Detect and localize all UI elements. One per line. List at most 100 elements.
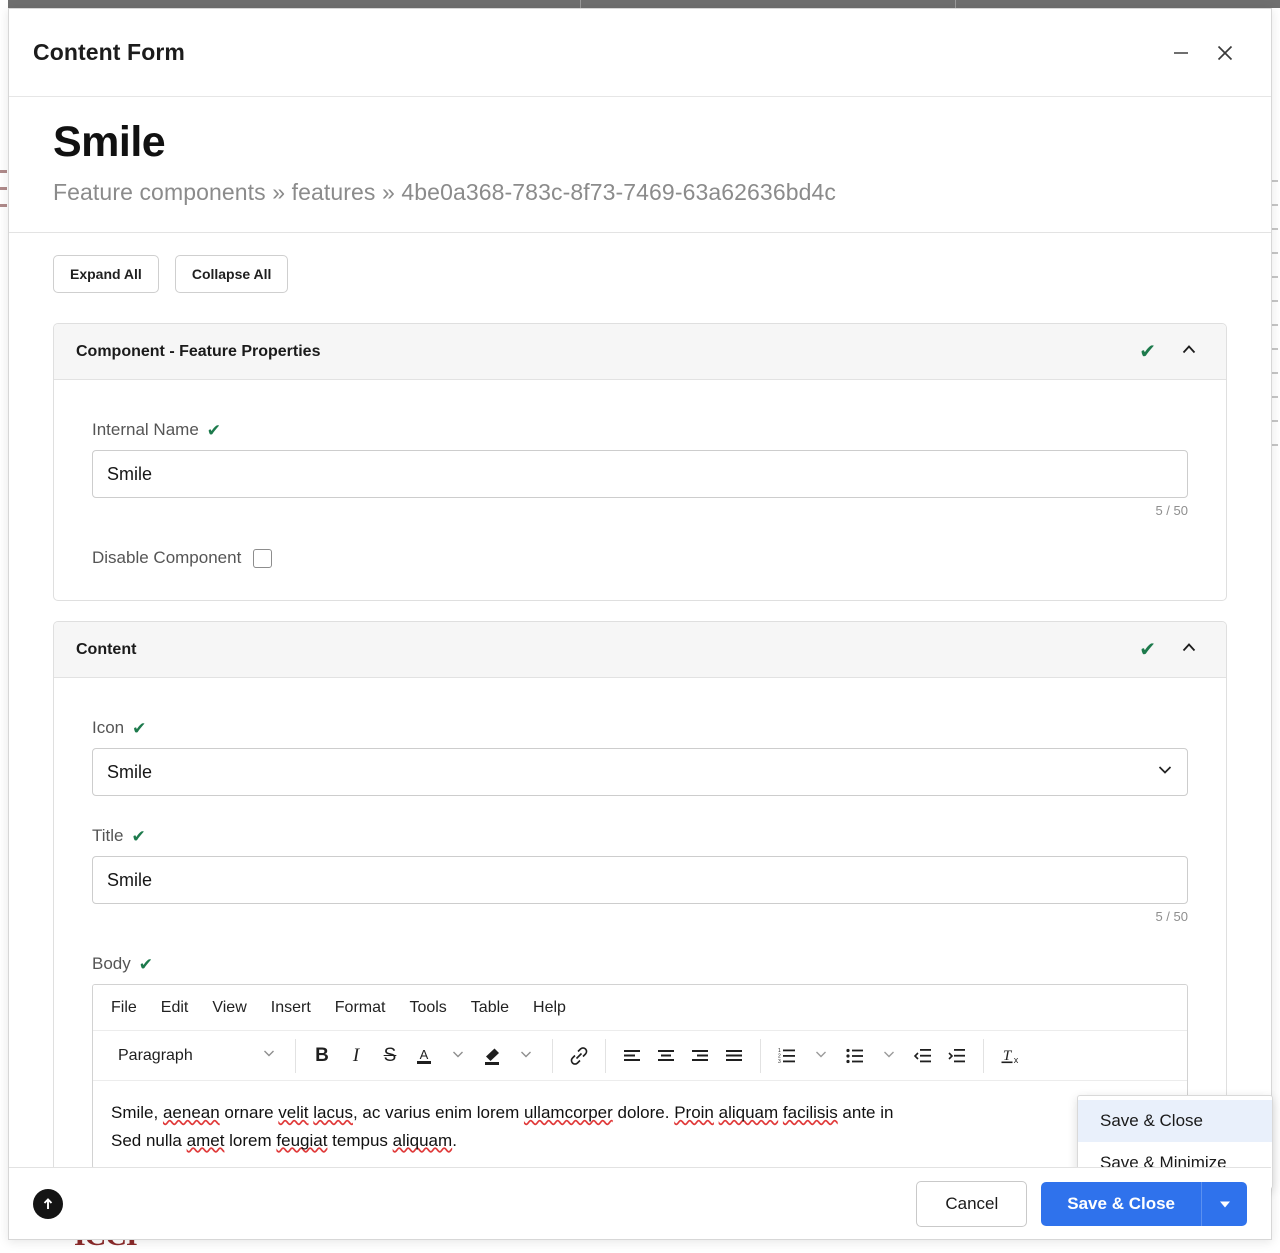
minimize-button[interactable] bbox=[1159, 31, 1203, 75]
numbered-list-icon: 1 2 3 bbox=[778, 1048, 795, 1065]
check-icon: ✔ bbox=[131, 826, 146, 846]
section-content: Content ✔ Icon ✔ Smile Title ✔ Smile 5 /… bbox=[53, 621, 1227, 1167]
toolbar-group-link bbox=[553, 1038, 606, 1073]
section-collapse-button[interactable] bbox=[1174, 635, 1204, 664]
section-title: Content bbox=[76, 640, 137, 658]
background-left-marks bbox=[0, 170, 8, 290]
background-divider-b bbox=[955, 0, 956, 8]
field-body: Body ✔ File Edit View Insert Format Tool… bbox=[92, 954, 1188, 1167]
bullet-list-options-button[interactable] bbox=[872, 1039, 906, 1073]
menu-file[interactable]: File bbox=[99, 993, 149, 1023]
editor-paragraph-line-2: Sed nulla amet lorem feugiat tempus aliq… bbox=[111, 1130, 457, 1150]
text-color-icon: A bbox=[417, 1047, 431, 1064]
menu-format[interactable]: Format bbox=[323, 993, 398, 1023]
modal-header: Smile Feature components » features » 4b… bbox=[9, 97, 1271, 234]
icon-select-wrapper: Smile bbox=[92, 748, 1188, 797]
breadcrumb: Feature components » features » 4be0a368… bbox=[53, 179, 836, 206]
indent-icon bbox=[948, 1048, 965, 1063]
check-icon: ✔ bbox=[132, 718, 147, 738]
menu-item-save-close[interactable]: Save & Close bbox=[1078, 1100, 1272, 1142]
editor-paragraph-line-1: Smile, aenean ornare velit lacus, ac var… bbox=[111, 1103, 894, 1123]
toolbar-group-clear: T x bbox=[984, 1039, 1036, 1073]
internal-name-label: Internal Name bbox=[92, 420, 199, 440]
field-title: Title ✔ 5 / 50 bbox=[92, 826, 1188, 924]
chevron-down-icon bbox=[882, 1046, 896, 1066]
menu-table[interactable]: Table bbox=[459, 993, 521, 1023]
modal-body: Expand All Collapse All Component - Feat… bbox=[9, 233, 1271, 1167]
text-color-options-button[interactable] bbox=[441, 1039, 475, 1073]
link-icon bbox=[570, 1047, 588, 1065]
chevron-down-icon bbox=[1219, 1201, 1230, 1207]
editor-toolbar: Paragraph B I S A 1 2 3 T x bbox=[93, 1031, 1187, 1082]
clear-formatting-button[interactable]: T x bbox=[993, 1039, 1027, 1073]
align-right-button[interactable] bbox=[683, 1039, 717, 1073]
content-form-modal: Content Form Smile Feature components » … bbox=[8, 8, 1273, 1240]
chevron-up-icon bbox=[1182, 345, 1196, 354]
align-center-icon bbox=[658, 1049, 674, 1061]
menu-view[interactable]: View bbox=[200, 993, 258, 1023]
section-title: Component - Feature Properties bbox=[76, 342, 321, 360]
expand-all-button[interactable]: Expand All bbox=[53, 255, 159, 294]
modal-titlebar: Content Form bbox=[9, 9, 1271, 97]
save-split-button: Save & Close bbox=[1041, 1181, 1247, 1226]
save-and-close-button[interactable]: Save & Close bbox=[1041, 1181, 1201, 1226]
outdent-button[interactable] bbox=[906, 1039, 940, 1073]
title-input[interactable] bbox=[92, 856, 1188, 905]
close-button[interactable] bbox=[1203, 31, 1247, 75]
strikethrough-button[interactable]: S bbox=[373, 1039, 407, 1073]
title-label-row: Title ✔ bbox=[92, 826, 1188, 846]
background-divider-a bbox=[580, 0, 581, 8]
disable-component-checkbox[interactable] bbox=[253, 548, 273, 568]
minimize-icon bbox=[1174, 51, 1188, 54]
icon-label: Icon bbox=[92, 718, 125, 738]
indent-button[interactable] bbox=[940, 1039, 974, 1073]
numbered-list-button[interactable]: 1 2 3 bbox=[770, 1039, 804, 1073]
menu-insert[interactable]: Insert bbox=[259, 993, 323, 1023]
align-justify-icon bbox=[726, 1049, 742, 1061]
numbered-list-options-button[interactable] bbox=[804, 1039, 838, 1073]
scroll-to-top-button[interactable] bbox=[33, 1188, 63, 1219]
disable-component-label: Disable Component bbox=[92, 548, 242, 568]
expand-collapse-toolbar: Expand All Collapse All bbox=[53, 255, 1227, 294]
internal-name-input[interactable] bbox=[92, 450, 1188, 499]
save-options-toggle[interactable] bbox=[1201, 1181, 1247, 1226]
toolbar-group-inline: B I S A bbox=[296, 1038, 553, 1073]
cancel-button[interactable]: Cancel bbox=[916, 1180, 1028, 1227]
align-center-button[interactable] bbox=[649, 1039, 683, 1073]
page-title: Smile bbox=[53, 118, 166, 166]
icon-select[interactable]: Smile bbox=[92, 748, 1188, 797]
align-justify-button[interactable] bbox=[717, 1039, 751, 1073]
editor-menubar: File Edit View Insert Format Tools Table… bbox=[93, 985, 1187, 1032]
menu-help[interactable]: Help bbox=[521, 993, 578, 1023]
bullet-list-icon bbox=[846, 1048, 863, 1064]
insert-link-button[interactable] bbox=[562, 1039, 596, 1073]
icon-label-row: Icon ✔ bbox=[92, 718, 1188, 738]
highlight-color-options-button[interactable] bbox=[509, 1039, 543, 1073]
toolbar-group-lists: 1 2 3 bbox=[761, 1038, 984, 1073]
highlighter-icon bbox=[485, 1048, 499, 1065]
menu-tools[interactable]: Tools bbox=[397, 993, 458, 1023]
collapse-all-button[interactable]: Collapse All bbox=[174, 255, 289, 294]
title-counter: 5 / 50 bbox=[1155, 909, 1188, 925]
field-disable-component: Disable Component bbox=[92, 548, 1188, 568]
svg-text:A: A bbox=[420, 1047, 429, 1062]
align-left-icon bbox=[624, 1049, 640, 1061]
block-format-select[interactable]: Paragraph bbox=[108, 1039, 286, 1073]
menu-edit[interactable]: Edit bbox=[149, 993, 201, 1023]
check-icon: ✔ bbox=[1139, 638, 1156, 661]
check-icon: ✔ bbox=[1139, 340, 1156, 363]
title-label: Title bbox=[92, 826, 124, 846]
highlight-color-button[interactable] bbox=[475, 1039, 509, 1073]
text-color-button[interactable]: A bbox=[407, 1039, 441, 1073]
section-feature-properties-body: Internal Name ✔ 5 / 50 Disable Component bbox=[54, 380, 1226, 600]
editor-content-area[interactable]: Smile, aenean ornare velit lacus, ac var… bbox=[93, 1081, 1187, 1167]
bullet-list-button[interactable] bbox=[838, 1039, 872, 1073]
section-collapse-button[interactable] bbox=[1174, 337, 1204, 366]
italic-button[interactable]: I bbox=[339, 1039, 373, 1073]
field-internal-name: Internal Name ✔ 5 / 50 bbox=[92, 420, 1188, 518]
align-left-button[interactable] bbox=[615, 1039, 649, 1073]
section-feature-properties-header[interactable]: Component - Feature Properties ✔ bbox=[54, 324, 1226, 381]
section-content-header[interactable]: Content ✔ bbox=[54, 622, 1226, 679]
bold-button[interactable]: B bbox=[305, 1039, 339, 1073]
close-icon bbox=[1217, 45, 1233, 60]
